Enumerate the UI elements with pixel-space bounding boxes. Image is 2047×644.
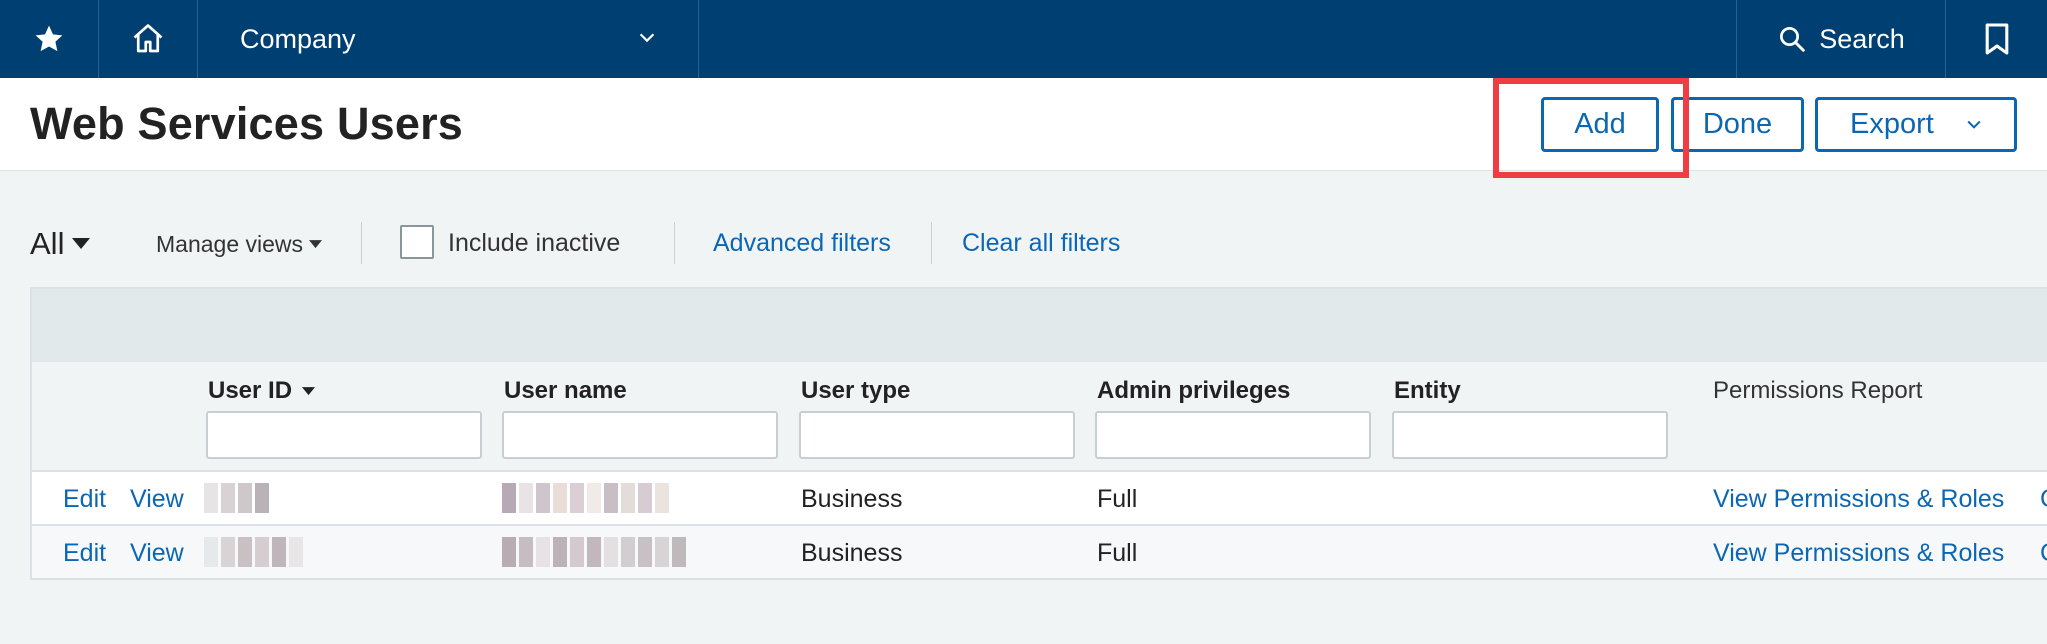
view-permissions-link[interactable]: View Permissions & Roles	[1713, 485, 2004, 514]
manage-views-label: Manage views	[156, 231, 304, 257]
user-id-filter-input[interactable]	[206, 411, 482, 459]
user-type-cell: Business	[801, 485, 903, 513]
filter-divider	[931, 222, 932, 264]
view-selector[interactable]: All	[30, 226, 91, 262]
column-header-label: User ID	[208, 377, 293, 404]
nav-divider	[698, 0, 699, 78]
clear-all-filters-link[interactable]: Clear all filters	[962, 229, 1120, 258]
table-row: Edit View Business Full View Permissions…	[32, 470, 2047, 524]
add-button[interactable]: Add	[1541, 97, 1659, 152]
redacted-user-id	[204, 537, 303, 567]
view-permissions-link[interactable]: View Permissions & Roles	[1713, 539, 2004, 568]
column-header-entity[interactable]: Entity	[1394, 377, 1461, 405]
clipped-link[interactable]: C	[2040, 539, 2047, 568]
column-header-user-id[interactable]: User ID	[208, 377, 316, 405]
view-link[interactable]: View	[130, 485, 184, 514]
include-inactive-checkbox[interactable]	[400, 225, 434, 259]
search-label: Search	[1819, 23, 1905, 54]
edit-link[interactable]: Edit	[63, 485, 106, 514]
caret-down-icon	[309, 240, 323, 249]
favorites-button[interactable]	[0, 0, 98, 78]
redacted-user-name	[502, 483, 669, 513]
edit-link[interactable]: Edit	[63, 539, 106, 568]
company-menu[interactable]: Company	[198, 0, 698, 78]
redacted-user-id	[204, 483, 269, 513]
admin-privileges-cell: Full	[1097, 485, 1138, 513]
admin-privileges-cell: Full	[1097, 539, 1138, 567]
entity-filter-input[interactable]	[1392, 411, 1668, 459]
export-label: Export	[1850, 108, 1934, 140]
manage-views-menu[interactable]: Manage views	[156, 231, 323, 258]
home-button[interactable]	[99, 0, 197, 78]
company-label: Company	[240, 23, 356, 54]
top-nav: Company Search	[0, 0, 2047, 78]
page-header: Web Services Users Add Done Export	[0, 78, 2047, 171]
users-table: User ID User name User type Admin privil…	[30, 287, 2047, 580]
star-icon	[35, 25, 63, 52]
done-button[interactable]: Done	[1671, 97, 1804, 152]
user-name-filter-input[interactable]	[502, 411, 778, 459]
column-header-admin-privileges[interactable]: Admin privileges	[1097, 377, 1290, 405]
table-toolbar-band	[32, 289, 2047, 362]
include-inactive-label: Include inactive	[448, 229, 621, 257]
search-icon	[1780, 27, 1805, 52]
column-header-permissions-report: Permissions Report	[1713, 377, 1923, 404]
page-title: Web Services Users	[30, 98, 464, 149]
home-icon	[133, 24, 163, 53]
advanced-filters-link[interactable]: Advanced filters	[713, 229, 891, 258]
user-type-filter-input[interactable]	[799, 411, 1075, 459]
bookmark-button[interactable]	[1946, 0, 2047, 78]
chevron-down-icon	[1967, 120, 1981, 129]
bookmark-icon	[1985, 23, 2008, 55]
caret-down-icon	[72, 238, 91, 249]
sort-desc-icon	[302, 386, 316, 395]
admin-privileges-filter-input[interactable]	[1095, 411, 1371, 459]
column-header-user-name[interactable]: User name	[504, 377, 627, 405]
view-label: All	[30, 226, 65, 261]
chevron-down-icon	[639, 33, 655, 43]
table-row: Edit View Business Full View Permissions…	[32, 524, 2047, 578]
filter-divider	[361, 222, 362, 264]
redacted-user-name	[502, 537, 686, 567]
view-link[interactable]: View	[130, 539, 184, 568]
export-button[interactable]: Export	[1815, 97, 2017, 152]
clipped-link[interactable]: C	[2040, 485, 2047, 514]
filter-divider	[674, 222, 675, 264]
user-type-cell: Business	[801, 539, 903, 567]
search-button[interactable]: Search	[1737, 0, 1945, 78]
column-header-user-type[interactable]: User type	[801, 377, 910, 405]
